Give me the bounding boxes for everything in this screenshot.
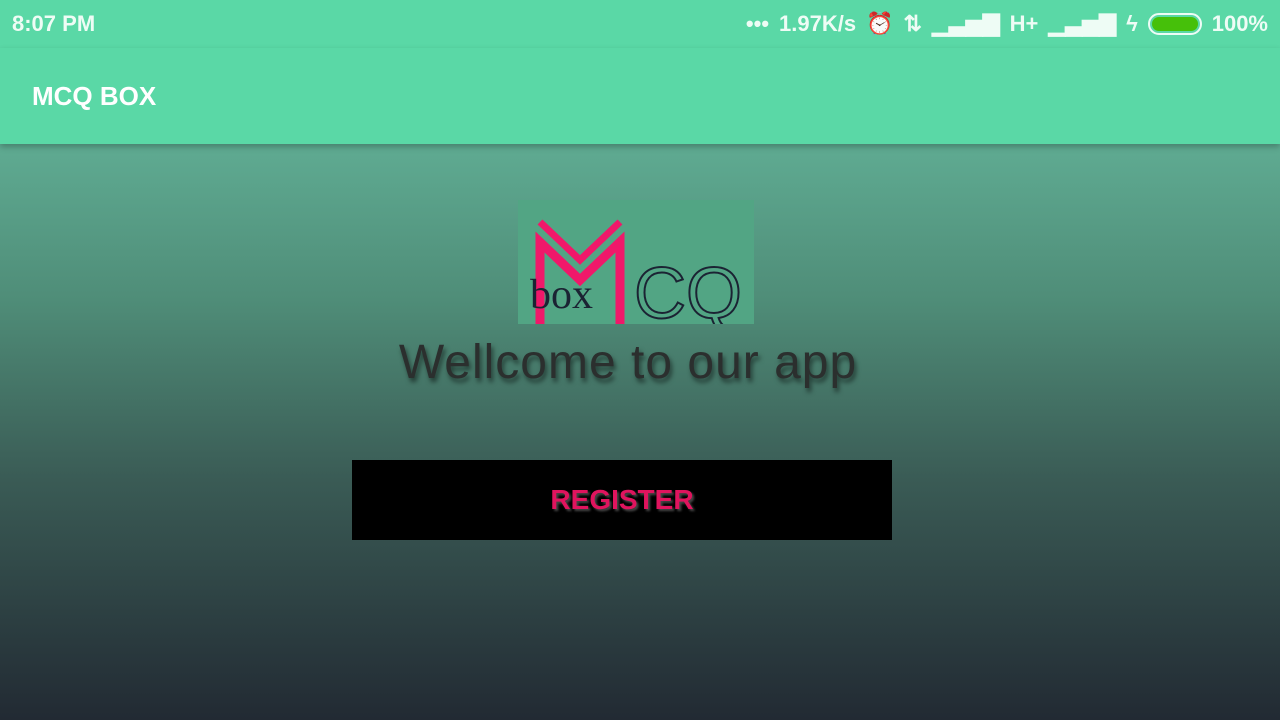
data-transfer-icon: ⇅ [903, 11, 922, 36]
alarm-icon: ⏰ [866, 11, 894, 36]
network-speed: 1.97K/s [779, 11, 857, 36]
more-icon: ••• [745, 11, 770, 36]
svg-text:box: box [530, 272, 593, 318]
register-button[interactable]: REGISTER [352, 460, 892, 540]
status-bar: 8:07 PM ••• 1.97K/s ⏰ ⇅ ▁▃▅▇ H+ ▁▃▅▇ ϟ 1… [0, 0, 1280, 48]
signal-icon: ▁▃▅▇ [931, 11, 1000, 36]
status-time: 8:07 PM [12, 11, 96, 36]
signal-icon-2: ▁▃▅▇ [1048, 11, 1117, 36]
mcq-box-logo: box CQ [518, 200, 754, 335]
app-title: MCQ BOX [32, 80, 157, 111]
charging-icon: ϟ [1126, 11, 1138, 36]
welcome-text: Wellcome to our app [398, 336, 858, 389]
app-bar: MCQ BOX [0, 48, 1280, 144]
network-type: H+ [1009, 11, 1039, 36]
battery-percent: 100% [1211, 11, 1268, 36]
battery-icon [1147, 13, 1202, 35]
svg-text:CQ: CQ [634, 254, 742, 324]
